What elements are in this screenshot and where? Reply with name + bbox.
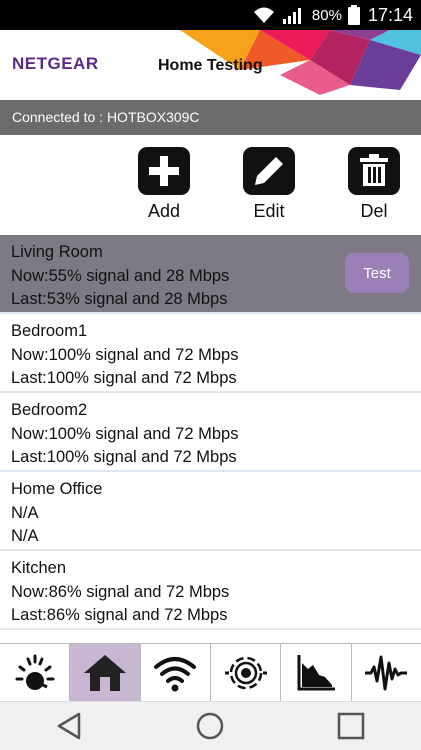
toolbar: Add Edit Del (0, 135, 421, 235)
room-item-living-room[interactable]: Living Room Now:55% signal and 28 Mbps L… (0, 235, 421, 314)
room-last: N/A (11, 527, 39, 545)
room-item-bedroom1[interactable]: Bedroom1 Now:100% signal and 72 Mbps Las… (0, 314, 421, 393)
edit-label: Edit (253, 201, 285, 221)
home-circle-icon (197, 712, 224, 740)
room-item-kitchen[interactable]: Kitchen Now:86% signal and 72 Mbps Last:… (0, 551, 421, 630)
add-label: Add (147, 201, 181, 221)
status-bar: 80% 17:14 (0, 0, 421, 30)
room-item-home-office[interactable]: Home Office N/A N/A (0, 472, 421, 551)
room-now: Now:100% signal and 72 Mbps (11, 345, 239, 364)
tab-waveform[interactable] (352, 644, 421, 701)
cell-signal-icon (282, 6, 306, 24)
room-name: Kitchen (11, 559, 67, 577)
waveform-icon (365, 655, 408, 690)
room-name: Bedroom2 (11, 401, 88, 419)
edit-button[interactable]: Edit (234, 147, 304, 222)
recents-button[interactable] (321, 706, 381, 746)
room-now: Now:86% signal and 72 Mbps (11, 582, 230, 601)
system-nav-bar (0, 701, 421, 750)
tab-speed[interactable] (0, 644, 71, 701)
area-chart-icon (297, 654, 335, 690)
test-button[interactable]: Test (345, 253, 409, 293)
clock: 17:14 (367, 4, 413, 25)
room-name: Home Office (11, 480, 103, 498)
back-button[interactable] (40, 706, 100, 746)
battery-icon (347, 5, 360, 25)
pencil-icon (243, 147, 295, 195)
netgear-logo: NETGEAR (12, 54, 99, 73)
room-last: Last:86% signal and 72 Mbps (11, 606, 228, 624)
delete-button[interactable]: Del (339, 147, 409, 222)
connection-status: Connected to : HOTBOX309C (0, 100, 421, 135)
room-name: Bedroom1 (11, 322, 88, 340)
add-button[interactable]: Add (129, 147, 199, 222)
room-last: Last:100% signal and 72 Mbps (11, 369, 237, 387)
tab-wifi[interactable] (141, 644, 211, 701)
trash-icon (348, 147, 400, 195)
home-nav-button[interactable] (180, 706, 240, 746)
signal-waves-icon (224, 656, 267, 689)
tab-home[interactable] (70, 644, 141, 701)
room-now: N/A (11, 503, 39, 522)
room-list: Living Room Now:55% signal and 28 Mbps L… (0, 235, 421, 643)
delete-label: Del (360, 201, 388, 221)
speedometer-icon (15, 654, 55, 690)
page-title: Home Testing (158, 57, 263, 74)
bottom-tab-bar (0, 643, 421, 701)
room-now: Now:100% signal and 72 Mbps (11, 424, 239, 443)
wifi-icon (154, 656, 197, 691)
back-triangle-icon (57, 712, 81, 740)
app-header: NETGEAR Home Testing (0, 30, 421, 100)
recents-square-icon (337, 712, 365, 740)
wifi-status-icon (252, 6, 276, 24)
tab-chart[interactable] (281, 644, 352, 701)
room-last: Last:100% signal and 72 Mbps (11, 448, 237, 466)
battery-percent: 80% (311, 6, 342, 24)
home-icon (83, 654, 126, 691)
room-item-bedroom2[interactable]: Bedroom2 Now:100% signal and 72 Mbps Las… (0, 393, 421, 472)
tab-signal[interactable] (211, 644, 282, 701)
plus-icon (138, 147, 190, 195)
